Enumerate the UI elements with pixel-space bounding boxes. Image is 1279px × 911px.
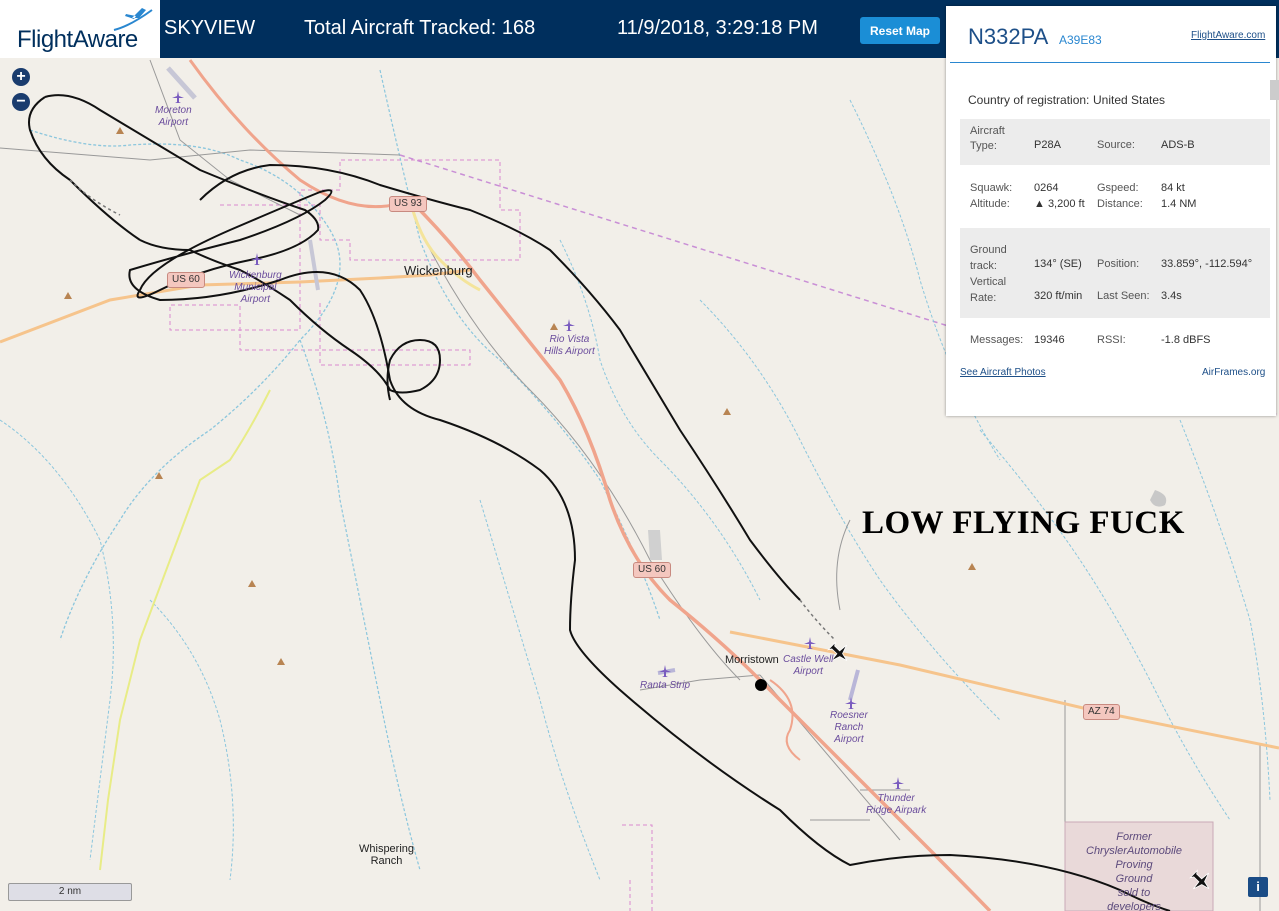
panel-separator	[950, 62, 1270, 63]
aircraft-hex: A39E83	[1059, 33, 1102, 47]
squawk-value: 0264	[1034, 182, 1059, 194]
airport-icon	[172, 91, 184, 103]
road-shield-us93: US 93	[389, 196, 427, 212]
reset-map-button[interactable]: Reset Map	[860, 17, 940, 44]
map-info-button[interactable]: i	[1248, 877, 1268, 897]
annotation-text: LOW FLYING FUCK	[862, 505, 1185, 541]
zoom-out-button[interactable]: −	[12, 93, 30, 111]
squawk-label: Squawk:	[970, 182, 1013, 194]
flightaware-link[interactable]: FlightAware.com	[1191, 30, 1265, 41]
aircraft-type-value: P28A	[1034, 139, 1061, 151]
aircraft-marker-icon[interactable]	[1188, 868, 1214, 894]
airport-label-roesner: Roesner Ranch Airport	[830, 710, 868, 745]
gspeed-value: 84 kt	[1161, 182, 1185, 194]
lastseen-value: 3.4s	[1161, 290, 1182, 302]
road-shield-az74: AZ 74	[1083, 704, 1120, 720]
distance-label: Distance:	[1097, 198, 1143, 210]
area-label-chrysler: Former ChryslerAutomobile Proving Ground…	[1086, 831, 1182, 911]
town-label-whispering-ranch: Whispering Ranch	[359, 843, 415, 867]
flightaware-logo[interactable]: FlightAware	[0, 0, 160, 58]
messages-label: Messages:	[970, 334, 1024, 346]
source-label: Source:	[1097, 139, 1135, 151]
airport-icon	[845, 697, 857, 709]
airport-label-wickenburg: Wickenburg Municipal Airport	[229, 270, 282, 305]
position-label: Position:	[1097, 258, 1140, 270]
lastseen-label: Last Seen:	[1097, 290, 1150, 302]
airport-label-rio-vista: Rio Vista Hills Airport	[544, 334, 595, 357]
country-value: United States	[1093, 93, 1166, 107]
messages-value: 19346	[1034, 334, 1065, 346]
track-value: 134° (SE)	[1034, 258, 1082, 270]
town-label-wickenburg: Wickenburg	[404, 263, 473, 278]
see-aircraft-photos-link[interactable]: See Aircraft Photos	[960, 367, 1046, 378]
panel-scrollbar[interactable]	[1270, 80, 1279, 100]
zoom-in-button[interactable]: +	[12, 68, 30, 86]
current-datetime: 11/9/2018, 3:29:18 PM	[617, 17, 818, 39]
road-shield-us60: US 60	[167, 272, 205, 288]
distance-value: 1.4 NM	[1161, 198, 1197, 210]
aircraft-tracked-count: Total Aircraft Tracked: 168	[304, 17, 536, 39]
vrate-value: 320 ft/min	[1034, 290, 1083, 302]
altitude-label: Altitude:	[970, 198, 1010, 210]
source-value: ADS-B	[1161, 139, 1195, 151]
altitude-value: ▲ 3,200 ft	[1034, 198, 1085, 210]
road-shield-us60: US 60	[633, 562, 671, 578]
vrate-label: Vertical Rate:	[970, 276, 1007, 304]
position-value: 33.859°, -112.594°	[1161, 258, 1253, 270]
town-label-morristown: Morristown	[725, 654, 779, 666]
scale-bar: 2 nm	[8, 883, 132, 901]
airport-icon	[563, 319, 575, 331]
country-label: Country of registration:	[968, 93, 1090, 107]
airport-label-thunder-ridge: Thunder Ridge Airpark	[866, 793, 927, 816]
airport-label-ranta: Ranta Strip	[640, 680, 691, 691]
airframes-link[interactable]: AirFrames.org	[1202, 367, 1265, 378]
airport-icon	[804, 637, 816, 649]
track-label: Ground track:	[970, 244, 1007, 272]
airport-icon	[659, 665, 671, 677]
rssi-label: RSSI:	[1097, 334, 1126, 346]
airport-icon	[251, 253, 263, 265]
airport-label-castle-well: Castle Well Airport	[783, 654, 834, 677]
airport-label-moreton: Moreton Airport	[155, 105, 192, 128]
aircraft-detail-panel: N332PA A39E83 FlightAware.com Country of…	[946, 6, 1276, 416]
app-name: SKYVIEW	[164, 17, 256, 39]
airport-icon	[892, 777, 904, 789]
logo-text: FlightAware	[17, 26, 138, 53]
gspeed-label: Gspeed:	[1097, 182, 1139, 194]
aircraft-type-label: Aircraft Type:	[970, 125, 1005, 152]
aircraft-registration: N332PA	[968, 24, 1049, 49]
rssi-value: -1.8 dBFS	[1161, 334, 1211, 346]
